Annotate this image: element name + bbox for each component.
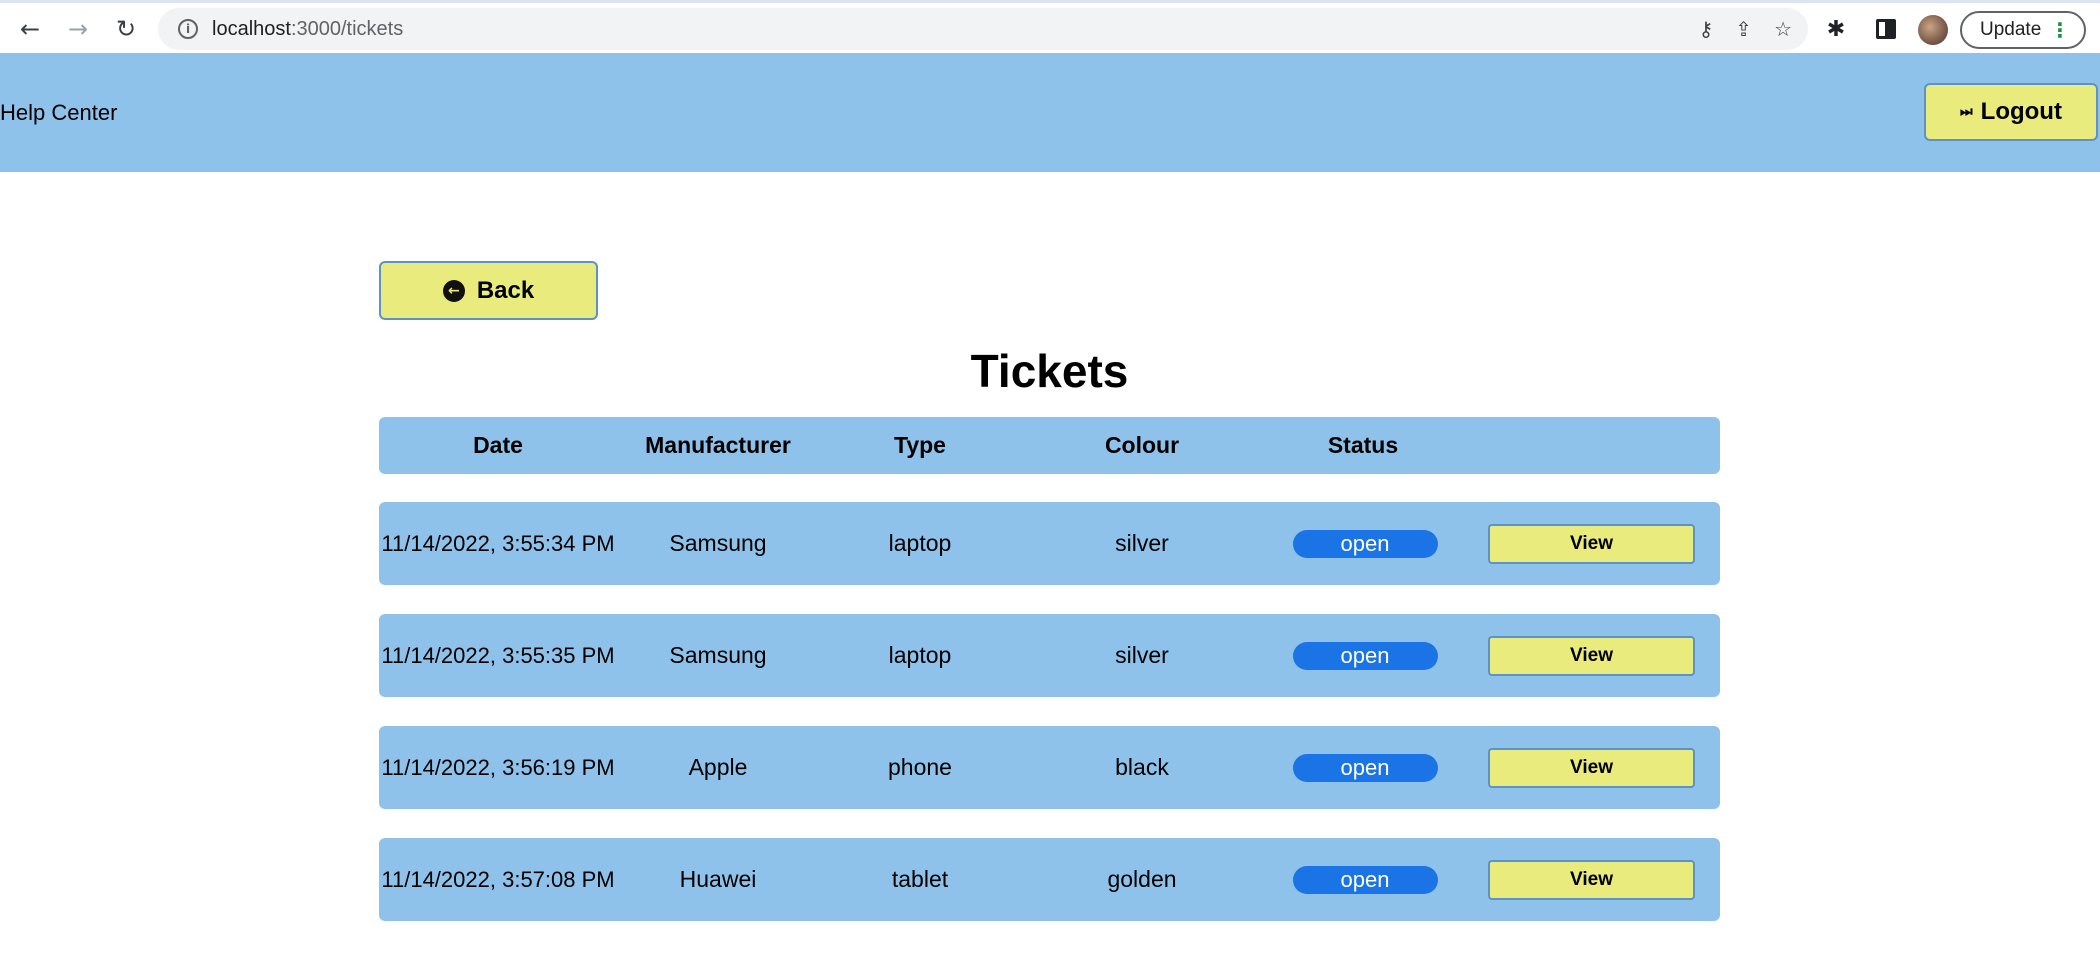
back-arrow-icon[interactable]: ←: [10, 9, 50, 49]
cell-type: laptop: [888, 642, 952, 669]
cell-status: open: [1263, 614, 1463, 697]
back-label: Back: [476, 276, 535, 304]
site-info-icon[interactable]: i: [178, 19, 198, 39]
view-button[interactable]: View: [1488, 859, 1695, 900]
cell-action: View: [1463, 726, 1720, 809]
cell-status: open: [1263, 838, 1463, 921]
menu-kebab-icon: ⋮: [2050, 18, 2070, 42]
column-header-manufacturer: Manufacturer: [645, 432, 791, 459]
table-header: Date Manufacturer Type Colour Status: [379, 417, 1720, 474]
cell-action: View: [1463, 502, 1720, 585]
cell-manufacturer: Apple: [688, 754, 748, 781]
cell-manufacturer: Samsung: [669, 530, 767, 557]
page-title: Tickets: [970, 345, 1129, 397]
cell-date: 11/14/2022, 3:55:35 PM: [381, 642, 615, 668]
address-bar[interactable]: i localhost:3000/tickets ⚷ ⇪ ☆: [158, 8, 1808, 50]
app-header: Help Center ⏭ Logout: [0, 53, 2100, 172]
cell-type: phone: [888, 754, 952, 781]
view-button[interactable]: View: [1488, 747, 1695, 788]
update-label: Update: [1980, 19, 2042, 40]
cell-type: laptop: [888, 530, 952, 557]
table-row: 11/14/2022, 3:57:08 PM Huawei tablet gol…: [379, 838, 1720, 921]
cell-date: 11/14/2022, 3:55:34 PM: [381, 530, 615, 556]
cell-date: 11/14/2022, 3:57:08 PM: [381, 866, 615, 892]
browser-toolbar: ← → ↻ i localhost:3000/tickets ⚷ ⇪ ☆ ✱ U…: [0, 0, 2100, 53]
side-panel-icon[interactable]: [1868, 11, 1904, 47]
url-path: :3000/tickets: [290, 17, 404, 40]
table-row: 11/14/2022, 3:55:34 PM Samsung laptop si…: [379, 502, 1720, 585]
share-icon[interactable]: ⇪: [1735, 17, 1752, 41]
back-button[interactable]: ← Back: [379, 261, 598, 320]
cell-status: open: [1263, 726, 1463, 809]
key-icon[interactable]: ⚷: [1699, 17, 1714, 41]
column-header-date: Date: [473, 432, 523, 459]
cell-status: open: [1263, 502, 1463, 585]
status-badge: open: [1292, 529, 1438, 558]
cell-colour: golden: [1107, 866, 1177, 893]
status-badge: open: [1292, 641, 1438, 670]
cell-colour: silver: [1115, 642, 1169, 669]
logout-button[interactable]: ⏭ Logout: [1924, 83, 2098, 141]
logout-icon: ⏭: [1960, 104, 1973, 120]
cell-date: 11/14/2022, 3:56:19 PM: [381, 754, 615, 780]
brand-title: Help Center: [0, 99, 118, 125]
reload-icon[interactable]: ↻: [106, 9, 146, 49]
forward-arrow-icon[interactable]: →: [58, 9, 98, 49]
extensions-puzzle-icon[interactable]: ✱: [1818, 11, 1854, 47]
cell-action: View: [1463, 614, 1720, 697]
column-header-status: Status: [1327, 432, 1399, 459]
cell-manufacturer: Huawei: [679, 866, 757, 893]
update-button[interactable]: Update ⋮: [1960, 11, 2086, 49]
profile-avatar[interactable]: [1918, 15, 1948, 45]
cell-colour: black: [1115, 754, 1169, 781]
view-button[interactable]: View: [1488, 523, 1695, 564]
status-badge: open: [1292, 753, 1438, 782]
cell-type: tablet: [891, 866, 949, 893]
view-button[interactable]: View: [1488, 635, 1695, 676]
logout-label: Logout: [1980, 98, 2062, 125]
table-row: 11/14/2022, 3:55:35 PM Samsung laptop si…: [379, 614, 1720, 697]
cell-action: View: [1463, 838, 1720, 921]
arrow-left-circle-icon: ←: [442, 279, 465, 302]
url-host: localhost: [212, 17, 291, 40]
table-row: 11/14/2022, 3:56:19 PM Apple phone black…: [379, 726, 1720, 809]
cell-colour: silver: [1115, 530, 1169, 557]
star-icon[interactable]: ☆: [1774, 17, 1792, 41]
cell-manufacturer: Samsung: [669, 642, 767, 669]
column-header-colour: Colour: [1104, 432, 1180, 459]
column-header-type: Type: [894, 432, 946, 459]
status-badge: open: [1292, 865, 1438, 894]
